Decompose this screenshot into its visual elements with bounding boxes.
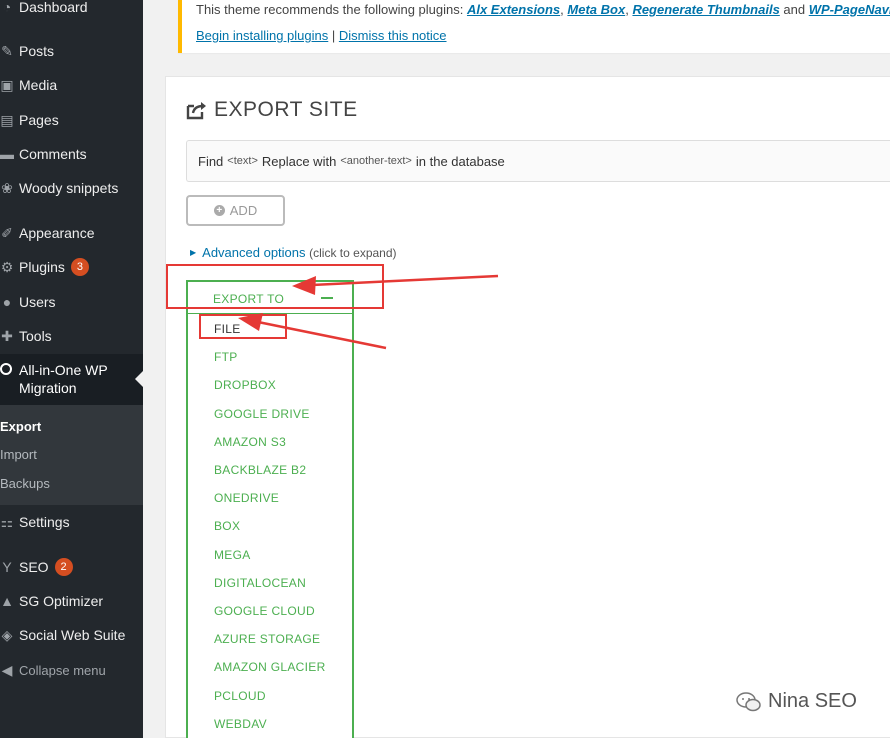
plus-circle-icon: + [213, 205, 225, 216]
sidebar-item-settings[interactable]: ⚏ Settings [0, 507, 143, 537]
dashboard-icon: ◔ [2, 0, 12, 15]
dismiss-notice-link[interactable]: Dismiss this notice [339, 28, 447, 43]
comments-icon: ▬ [0, 146, 14, 162]
wechat-icon [736, 691, 761, 711]
export-option-google-drive[interactable]: GOOGLE DRIVE [214, 407, 310, 421]
notice-plugin-link-alx[interactable]: Alx Extensions [467, 2, 560, 17]
export-option-amazon-s3[interactable]: AMAZON S3 [214, 435, 286, 449]
collapse-icon: ◀ [1, 662, 13, 678]
annotation-box-file [199, 314, 287, 339]
export-option-amazon-glacier[interactable]: AMAZON GLACIER [214, 660, 326, 674]
export-option-digitalocean[interactable]: DIGITALOCEAN [214, 576, 306, 590]
sidebar-item-users[interactable]: ● Users [0, 287, 143, 317]
sidebar-item-sg-optimizer[interactable]: ▲ SG Optimizer [0, 586, 143, 616]
migration-icon [0, 363, 12, 375]
export-option-pcloud[interactable]: PCLOUD [214, 689, 266, 703]
sidebar-item-social-web-suite[interactable]: ◈ Social Web Suite [0, 620, 143, 650]
brush-icon: ✐ [1, 225, 13, 241]
export-option-dropbox[interactable]: DROPBOX [214, 378, 276, 392]
triangle-right-icon: ▶ [190, 248, 197, 257]
annotation-box-export-to [166, 264, 384, 309]
notice-text: This theme recommends the following plug… [196, 2, 890, 17]
collapse-menu-button[interactable]: ◀ Collapse menu [0, 655, 143, 685]
submenu-item-import[interactable]: Import [0, 447, 37, 462]
optimizer-icon: ▲ [0, 593, 14, 609]
export-option-azure-storage[interactable]: AZURE STORAGE [214, 632, 320, 646]
replace-text-placeholder[interactable]: <another-text> [340, 155, 412, 167]
export-option-mega[interactable]: MEGA [214, 548, 251, 562]
watermark: Nina SEO [736, 690, 857, 713]
submenu-item-export[interactable]: Export [0, 419, 41, 434]
export-option-google-cloud[interactable]: GOOGLE CLOUD [214, 604, 315, 618]
sidebar-item-posts[interactable]: ✎ Posts [0, 36, 143, 66]
migration-submenu: Export Import Backups [0, 405, 143, 505]
pages-icon: ▤ [0, 112, 14, 128]
media-icon: ▣ [0, 77, 14, 93]
sidebar-item-appearance[interactable]: ✐ Appearance [0, 218, 143, 248]
find-text-placeholder[interactable]: <text> [227, 155, 258, 167]
notice-plugin-link-pagenavi[interactable]: WP-PageNavi [809, 2, 890, 17]
export-to-dropdown: EXPORT TO FILE FTP DROPBOX GOOGLE DRIVE … [186, 280, 354, 738]
snippets-icon: ❀ [1, 180, 13, 196]
tools-icon: ✚ [1, 328, 13, 344]
sidebar-item-dashboard[interactable]: ◔ Dashboard [0, 0, 143, 22]
find-replace-row[interactable]: Find <text> Replace with <another-text> … [186, 140, 890, 182]
submenu-item-backups[interactable]: Backups [0, 476, 50, 491]
current-menu-arrow [135, 371, 143, 387]
seo-icon: Y [2, 559, 12, 575]
export-icon [186, 102, 206, 120]
notice-plugin-link-metabox[interactable]: Meta Box [567, 2, 625, 17]
users-icon: ● [2, 294, 12, 310]
sidebar-item-tools[interactable]: ✚ Tools [0, 321, 143, 351]
sidebar-item-plugins[interactable]: ⚙ Plugins 3 [0, 252, 143, 282]
sidebar-item-pages[interactable]: ▤ Pages [0, 105, 143, 135]
advanced-options-toggle[interactable]: ▶ Advanced options (click to expand) [190, 245, 397, 260]
sidebar-item-media[interactable]: ▣ Media [0, 70, 143, 100]
page-title: EXPORT SITE [214, 98, 358, 121]
export-option-webdav[interactable]: WEBDAV [214, 717, 267, 731]
begin-installing-plugins-link[interactable]: Begin installing plugins [196, 28, 328, 43]
admin-sidebar: ◔ Dashboard ✎ Posts ▣ Media ▤ Pages ▬ Co… [0, 0, 143, 738]
sidebar-item-all-in-one-wp-migration[interactable]: All-in-One WP Migration [0, 354, 143, 405]
export-option-box[interactable]: BOX [214, 519, 240, 533]
add-replacement-button[interactable]: + ADD [186, 195, 285, 226]
page-title-row: EXPORT SITE [186, 96, 358, 124]
settings-icon: ⚏ [0, 514, 14, 530]
export-option-backblaze-b2[interactable]: BACKBLAZE B2 [214, 463, 306, 477]
sidebar-item-comments[interactable]: ▬ Comments [0, 139, 143, 169]
export-option-onedrive[interactable]: ONEDRIVE [214, 491, 279, 505]
pin-icon: ✎ [1, 43, 13, 59]
notice-actions: Begin installing plugins | Dismiss this … [196, 28, 447, 43]
plugin-recommendation-notice: This theme recommends the following plug… [178, 0, 890, 53]
social-icon: ◈ [1, 627, 13, 643]
sidebar-item-seo[interactable]: Y SEO 2 [0, 552, 143, 582]
plugins-update-badge: 3 [70, 258, 89, 276]
export-option-ftp[interactable]: FTP [214, 350, 238, 364]
sidebar-item-woody-snippets[interactable]: ❀ Woody snippets [0, 173, 143, 203]
plugin-icon: ⚙ [0, 259, 14, 275]
notice-plugin-link-regenerate[interactable]: Regenerate Thumbnails [632, 2, 779, 17]
seo-notification-badge: 2 [54, 558, 73, 576]
